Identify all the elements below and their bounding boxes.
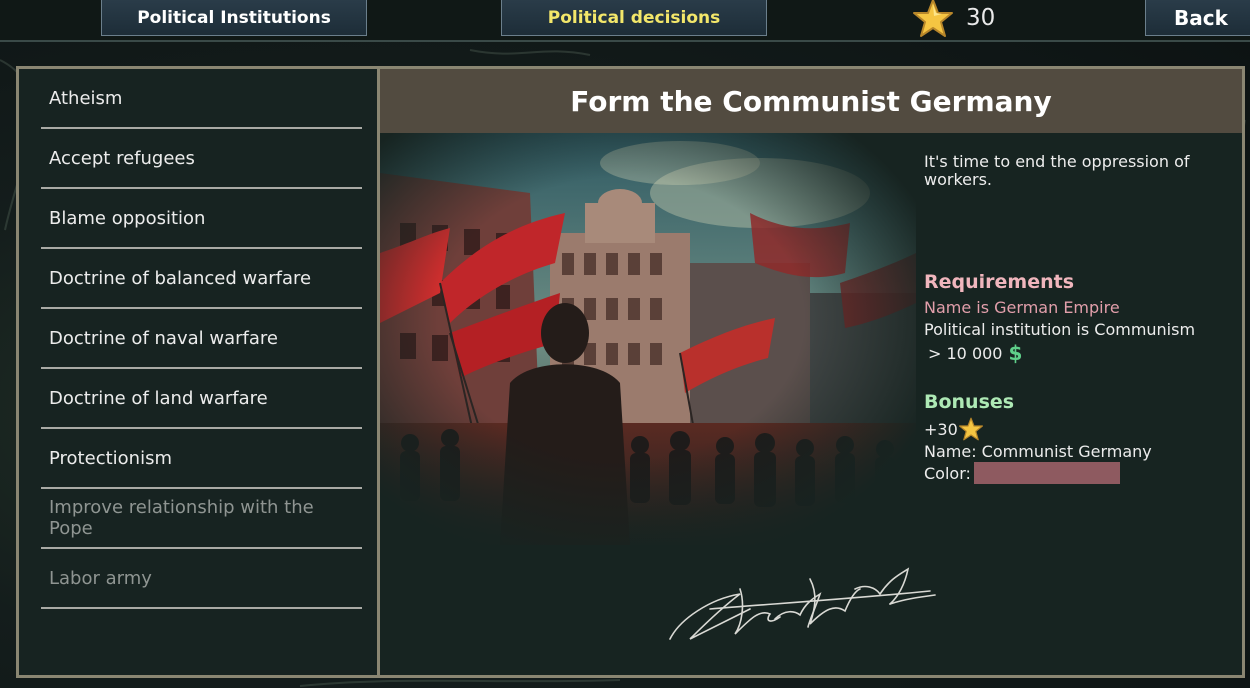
star-icon bbox=[913, 0, 953, 37]
decision-item-label: Protectionism bbox=[49, 447, 172, 469]
decision-item-label: Doctrine of land warfare bbox=[49, 387, 268, 409]
decision-item-blame-opposition[interactable]: Blame opposition bbox=[41, 189, 362, 249]
bonus-color-label: Color: bbox=[924, 463, 971, 483]
requirement-institution: Political institution is Communism bbox=[924, 320, 1196, 339]
color-swatch bbox=[973, 462, 1120, 484]
bonus-color: Color: bbox=[924, 462, 1120, 484]
stars-count: 30 bbox=[966, 5, 996, 31]
political-decisions-tab[interactable]: Political decisions bbox=[501, 0, 767, 36]
decision-item-label: Improve relationship with the Pope bbox=[49, 497, 314, 539]
political-institutions-label: Political Institutions bbox=[137, 7, 331, 28]
decision-item-labor-army[interactable]: Labor army bbox=[41, 549, 362, 609]
decision-item-label: Accept refugees bbox=[49, 147, 195, 169]
decisions-list: Atheism Accept refugees Blame opposition… bbox=[19, 69, 380, 675]
bonuses-heading: Bonuses bbox=[924, 391, 1015, 413]
back-button[interactable]: Back bbox=[1145, 0, 1250, 36]
political-decisions-label: Political decisions bbox=[547, 7, 721, 28]
decision-item-label: Atheism bbox=[49, 87, 123, 109]
bonus-stars: +30 bbox=[924, 417, 984, 441]
requirements-heading: Requirements bbox=[924, 271, 1075, 293]
decision-item-land-warfare[interactable]: Doctrine of land warfare bbox=[41, 369, 362, 429]
decision-item-protectionism[interactable]: Protectionism bbox=[41, 429, 362, 489]
signature-button[interactable] bbox=[650, 549, 950, 649]
bonus-stars-value: +30 bbox=[924, 419, 958, 439]
decision-item-accept-refugees[interactable]: Accept refugees bbox=[41, 129, 362, 189]
decision-item-balanced-warfare[interactable]: Doctrine of balanced warfare bbox=[41, 249, 362, 309]
decision-item-label: Labor army bbox=[49, 567, 152, 589]
decisions-panel: Atheism Accept refugees Blame opposition… bbox=[16, 66, 1245, 678]
decision-detail: Form the Communist Germany It's time to … bbox=[380, 69, 1242, 675]
requirement-money: > 10 000 $ bbox=[928, 341, 1022, 365]
decision-item-atheism[interactable]: Atheism bbox=[41, 69, 362, 129]
decision-illustration bbox=[380, 133, 916, 545]
back-label: Back bbox=[1174, 5, 1228, 30]
requirement-money-value: > 10 000 bbox=[928, 343, 1003, 363]
decision-description: It's time to end the oppression of worke… bbox=[924, 152, 1190, 189]
star-icon bbox=[958, 417, 983, 441]
decision-item-label: Doctrine of balanced warfare bbox=[49, 267, 312, 289]
bonus-name: Name: Communist Germany bbox=[924, 442, 1152, 461]
dollar-icon: $ bbox=[1008, 341, 1023, 365]
top-bar: Political Institutions Political decisio… bbox=[0, 0, 1250, 42]
requirement-name: Name is German Empire bbox=[924, 298, 1120, 317]
stars-counter: 30 bbox=[912, 0, 996, 37]
decision-item-naval-warfare[interactable]: Doctrine of naval warfare bbox=[41, 309, 362, 369]
decision-item-label: Blame opposition bbox=[49, 207, 206, 229]
decision-item-label: Doctrine of naval warfare bbox=[49, 327, 278, 349]
political-institutions-tab[interactable]: Political Institutions bbox=[101, 0, 367, 36]
decision-item-pope-relationship[interactable]: Improve relationship with the Pope bbox=[41, 489, 362, 549]
decision-title: Form the Communist Germany bbox=[570, 84, 1052, 118]
game-screen: Political Institutions Political decisio… bbox=[0, 0, 1250, 688]
decision-title-bar: Form the Communist Germany bbox=[380, 69, 1242, 133]
